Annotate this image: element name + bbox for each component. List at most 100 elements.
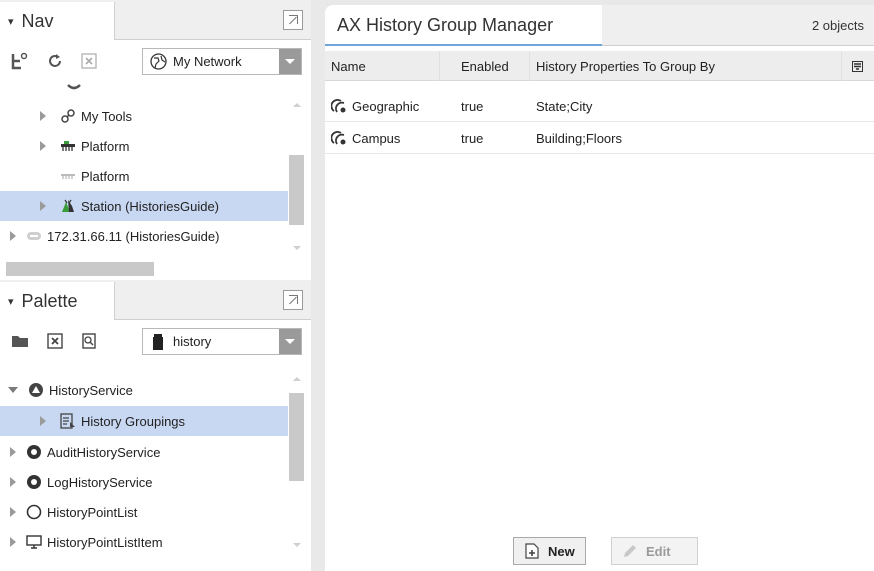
palette-item-history-groupings[interactable]: History Groupings (0, 406, 288, 436)
palette-vertical-scrollbar[interactable] (289, 373, 304, 571)
palette-item-history-service[interactable]: HistoryService (8, 375, 288, 405)
left-sidebar: ▾ Nav My Network My Tools Platform Platf… (0, 0, 311, 571)
service-icon (26, 474, 42, 490)
palette-panel-header: ▾ Palette (0, 280, 311, 320)
column-header-properties[interactable]: History Properties To Group By (530, 51, 842, 81)
tree-item-label: Platform (81, 138, 130, 154)
new-document-icon (524, 543, 540, 559)
module-dropdown-value: history (173, 334, 212, 349)
table-row[interactable]: Campus true Building;Floors (325, 122, 874, 154)
platform-icon (60, 138, 76, 154)
edit-button[interactable]: Edit (611, 537, 698, 565)
folder-icon[interactable] (10, 331, 30, 351)
scroll-up-arrow-icon[interactable] (293, 103, 301, 107)
column-header-enabled[interactable]: Enabled (455, 51, 530, 81)
palette-title: Palette (21, 290, 78, 311)
tree-item-platform-disconnected[interactable]: Platform (60, 161, 288, 191)
nav-title: Nav (21, 10, 54, 31)
collapse-arrow-icon[interactable] (8, 387, 18, 393)
name-cell: Campus (325, 122, 455, 154)
row-name: Campus (352, 130, 401, 146)
palette-item-audit-history-service[interactable]: AuditHistoryService (10, 437, 288, 467)
expand-arrow-icon[interactable] (10, 447, 16, 457)
nav-vertical-scrollbar[interactable] (289, 81, 304, 256)
chevron-down-icon[interactable] (279, 329, 301, 354)
object-count: 2 objects (811, 18, 864, 33)
history-service-icon (28, 382, 44, 398)
expand-arrow-icon[interactable] (10, 231, 16, 241)
nav-horizontal-scrollbar[interactable] (0, 262, 296, 277)
module-jar-icon (149, 333, 167, 351)
nav-tree: My Tools Platform Platform Station (Hist… (0, 81, 311, 256)
chevron-down-icon[interactable] (279, 49, 301, 74)
module-dropdown[interactable]: history (142, 328, 302, 355)
enabled-cell: true (461, 130, 484, 146)
scroll-down-arrow-icon[interactable] (293, 246, 301, 250)
expand-arrow-icon[interactable] (40, 416, 46, 426)
expand-arrow-icon[interactable] (10, 507, 16, 517)
search-palette-icon[interactable] (79, 331, 99, 351)
edit-button-label: Edit (646, 543, 671, 559)
nav-panel-header: ▾ Nav (0, 0, 311, 40)
name-cell: Geographic (325, 90, 455, 122)
table-row[interactable]: Geographic true State;City (325, 90, 874, 122)
tree-item-my-tools[interactable]: My Tools (40, 101, 288, 131)
groupings-icon (60, 413, 76, 429)
station-icon (60, 198, 76, 214)
expand-arrow-icon[interactable] (40, 111, 46, 121)
network-dropdown[interactable]: My Network (142, 48, 302, 75)
platform-icon (60, 168, 76, 184)
view-title: AX History Group Manager (337, 15, 554, 35)
expand-arrow-icon[interactable] (10, 537, 16, 547)
palette-item-label: AuditHistoryService (47, 444, 161, 460)
new-button[interactable]: New (513, 537, 586, 565)
truncated-tree-item (66, 81, 82, 93)
column-header-name[interactable]: Name (325, 51, 440, 81)
host-icon (26, 228, 42, 244)
network-icon (149, 53, 167, 71)
view-header: AX History Group Manager 2 objects (325, 5, 874, 46)
column-chooser-icon[interactable] (842, 51, 874, 81)
maximize-icon[interactable] (283, 10, 303, 30)
point-list-icon (26, 504, 42, 520)
tree-layout-icon[interactable] (10, 51, 30, 71)
nav-toolbar: My Network (0, 41, 311, 81)
palette-item-log-history-service[interactable]: LogHistoryService (10, 467, 288, 497)
tools-icon (60, 108, 76, 124)
scrollbar-thumb[interactable] (289, 393, 304, 481)
close-icon[interactable] (79, 51, 99, 71)
palette-toolbar: history (0, 321, 311, 361)
nav-tab[interactable]: ▾ Nav (0, 2, 115, 40)
expand-arrow-icon[interactable] (40, 141, 46, 151)
expand-arrow-icon[interactable] (10, 477, 16, 487)
service-icon (26, 444, 42, 460)
scroll-up-arrow-icon[interactable] (293, 377, 301, 381)
action-button-bar: New Edit (325, 531, 874, 571)
tree-item-label: Platform (81, 168, 130, 184)
properties-cell: Building;Floors (536, 130, 622, 146)
expand-arrow-icon[interactable] (40, 201, 46, 211)
scrollbar-thumb[interactable] (289, 155, 304, 225)
collapse-caret-icon[interactable]: ▾ (8, 15, 14, 28)
active-tab-underline (325, 44, 602, 46)
scrollbar-thumb[interactable] (6, 262, 154, 276)
palette-item-history-point-list[interactable]: HistoryPointList (10, 497, 288, 527)
tree-item-host[interactable]: 172.31.66.11 (HistoriesGuide) (10, 221, 288, 251)
tree-item-platform[interactable]: Platform (40, 131, 288, 161)
scroll-down-arrow-icon[interactable] (293, 543, 301, 547)
tree-item-label: 172.31.66.11 (HistoriesGuide) (47, 228, 220, 244)
palette-item-label: History Groupings (81, 413, 186, 429)
tree-item-station[interactable]: Station (HistoriesGuide) (0, 191, 288, 221)
pane-divider[interactable] (311, 0, 325, 571)
collapse-caret-icon[interactable]: ▾ (8, 295, 14, 308)
palette-tab[interactable]: ▾ Palette (0, 282, 115, 320)
tree-item-label: My Tools (81, 108, 133, 124)
monitor-icon (26, 534, 42, 550)
palette-item-history-point-list-item[interactable]: HistoryPointListItem (10, 527, 288, 557)
history-group-manager-view: AX History Group Manager 2 objects Name … (325, 5, 874, 571)
refresh-icon[interactable] (45, 51, 65, 71)
maximize-icon[interactable] (283, 290, 303, 310)
history-group-icon (331, 98, 347, 114)
properties-cell: State;City (536, 98, 593, 114)
close-icon[interactable] (45, 331, 65, 351)
